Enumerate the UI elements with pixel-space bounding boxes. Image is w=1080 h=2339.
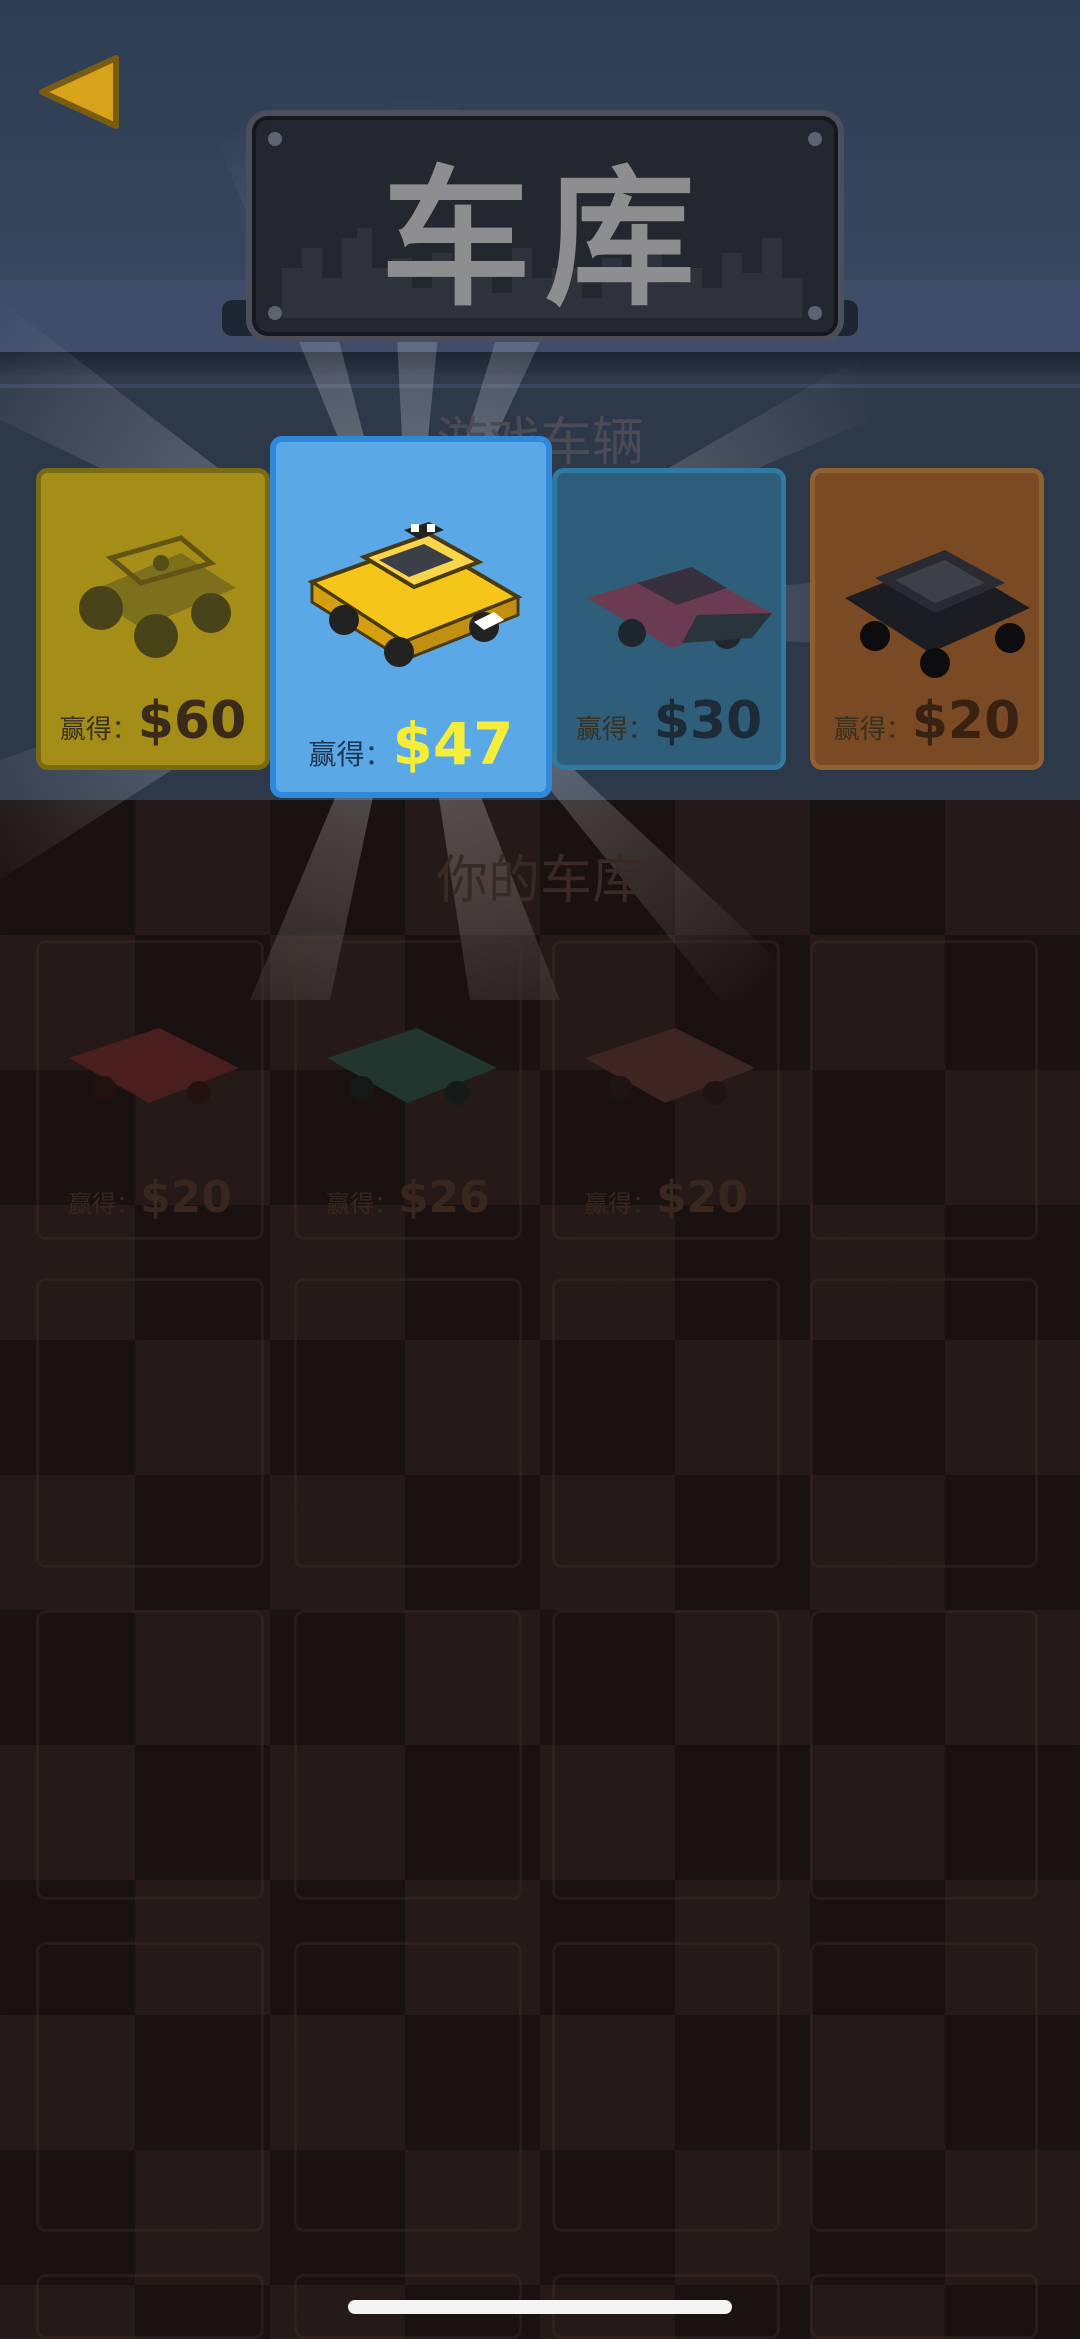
page-title: 车库 bbox=[380, 152, 709, 327]
price-value: $47 bbox=[392, 710, 514, 778]
suv-car-icon bbox=[845, 550, 1030, 678]
garage-slot-empty[interactable] bbox=[810, 1942, 1038, 2232]
garage-section-title: 你的车库 bbox=[435, 851, 644, 911]
red-car-icon bbox=[69, 1028, 239, 1105]
vehicle-card-sports[interactable]: 赢得：$30 bbox=[552, 468, 786, 770]
back-arrow-icon bbox=[39, 55, 119, 129]
garage-slot[interactable]: 赢得：$20 bbox=[552, 940, 780, 1240]
garage-slot-empty[interactable] bbox=[552, 1278, 780, 1568]
garage-slot-empty[interactable] bbox=[36, 1278, 264, 1568]
price-value: $20 bbox=[656, 1172, 748, 1223]
buggy-car-icon bbox=[79, 535, 236, 658]
vehicle-card-buggy[interactable]: 赢得：$60 bbox=[36, 468, 270, 770]
vehicle-card-suv[interactable]: 赢得：$20 bbox=[810, 468, 1044, 770]
garage-slot-empty[interactable] bbox=[294, 1610, 522, 1900]
home-indicator[interactable] bbox=[348, 2300, 732, 2314]
earn-label: 赢得： bbox=[833, 715, 912, 745]
teal-car-icon bbox=[327, 1028, 497, 1105]
price-value: $30 bbox=[653, 691, 763, 751]
garage-slot-empty[interactable] bbox=[810, 940, 1038, 1240]
sports-car-icon bbox=[587, 567, 772, 649]
title-plate: 车库 bbox=[246, 110, 844, 342]
garage-slot-empty[interactable] bbox=[36, 1942, 264, 2232]
garage-slot-empty[interactable] bbox=[552, 1942, 780, 2232]
earn-label: 赢得： bbox=[575, 715, 654, 745]
header-shadow bbox=[0, 352, 1080, 374]
price-value: $26 bbox=[398, 1172, 490, 1223]
taxi-car-icon bbox=[307, 522, 523, 667]
red-car-icon bbox=[585, 1028, 755, 1105]
price-value: $60 bbox=[137, 691, 247, 751]
garage-slot-empty[interactable] bbox=[810, 1278, 1038, 1568]
garage-slot-empty[interactable] bbox=[552, 1610, 780, 1900]
garage-slot[interactable]: 赢得：$26 bbox=[294, 940, 522, 1240]
garage-slot-empty[interactable] bbox=[810, 1610, 1038, 1900]
price-value: $20 bbox=[140, 1172, 232, 1223]
earn-label: 赢得： bbox=[584, 1190, 657, 1218]
garage-slot[interactable]: 赢得：$20 bbox=[36, 940, 264, 1240]
back-button[interactable] bbox=[36, 52, 124, 132]
earn-label: 赢得： bbox=[59, 715, 138, 745]
garage-slot-empty[interactable] bbox=[294, 1278, 522, 1568]
divider bbox=[0, 384, 1080, 388]
vehicle-card-taxi-selected[interactable]: 赢得：$47 bbox=[270, 436, 552, 798]
earn-label: 赢得： bbox=[326, 1190, 399, 1218]
garage-slot-empty[interactable] bbox=[810, 2274, 1038, 2339]
earn-label: 赢得： bbox=[68, 1190, 141, 1218]
earn-label: 赢得： bbox=[308, 738, 393, 771]
garage-slot-empty[interactable] bbox=[36, 1610, 264, 1900]
garage-slot-empty[interactable] bbox=[294, 1942, 522, 2232]
garage-slot-empty[interactable] bbox=[36, 2274, 264, 2339]
price-value: $20 bbox=[911, 691, 1021, 751]
